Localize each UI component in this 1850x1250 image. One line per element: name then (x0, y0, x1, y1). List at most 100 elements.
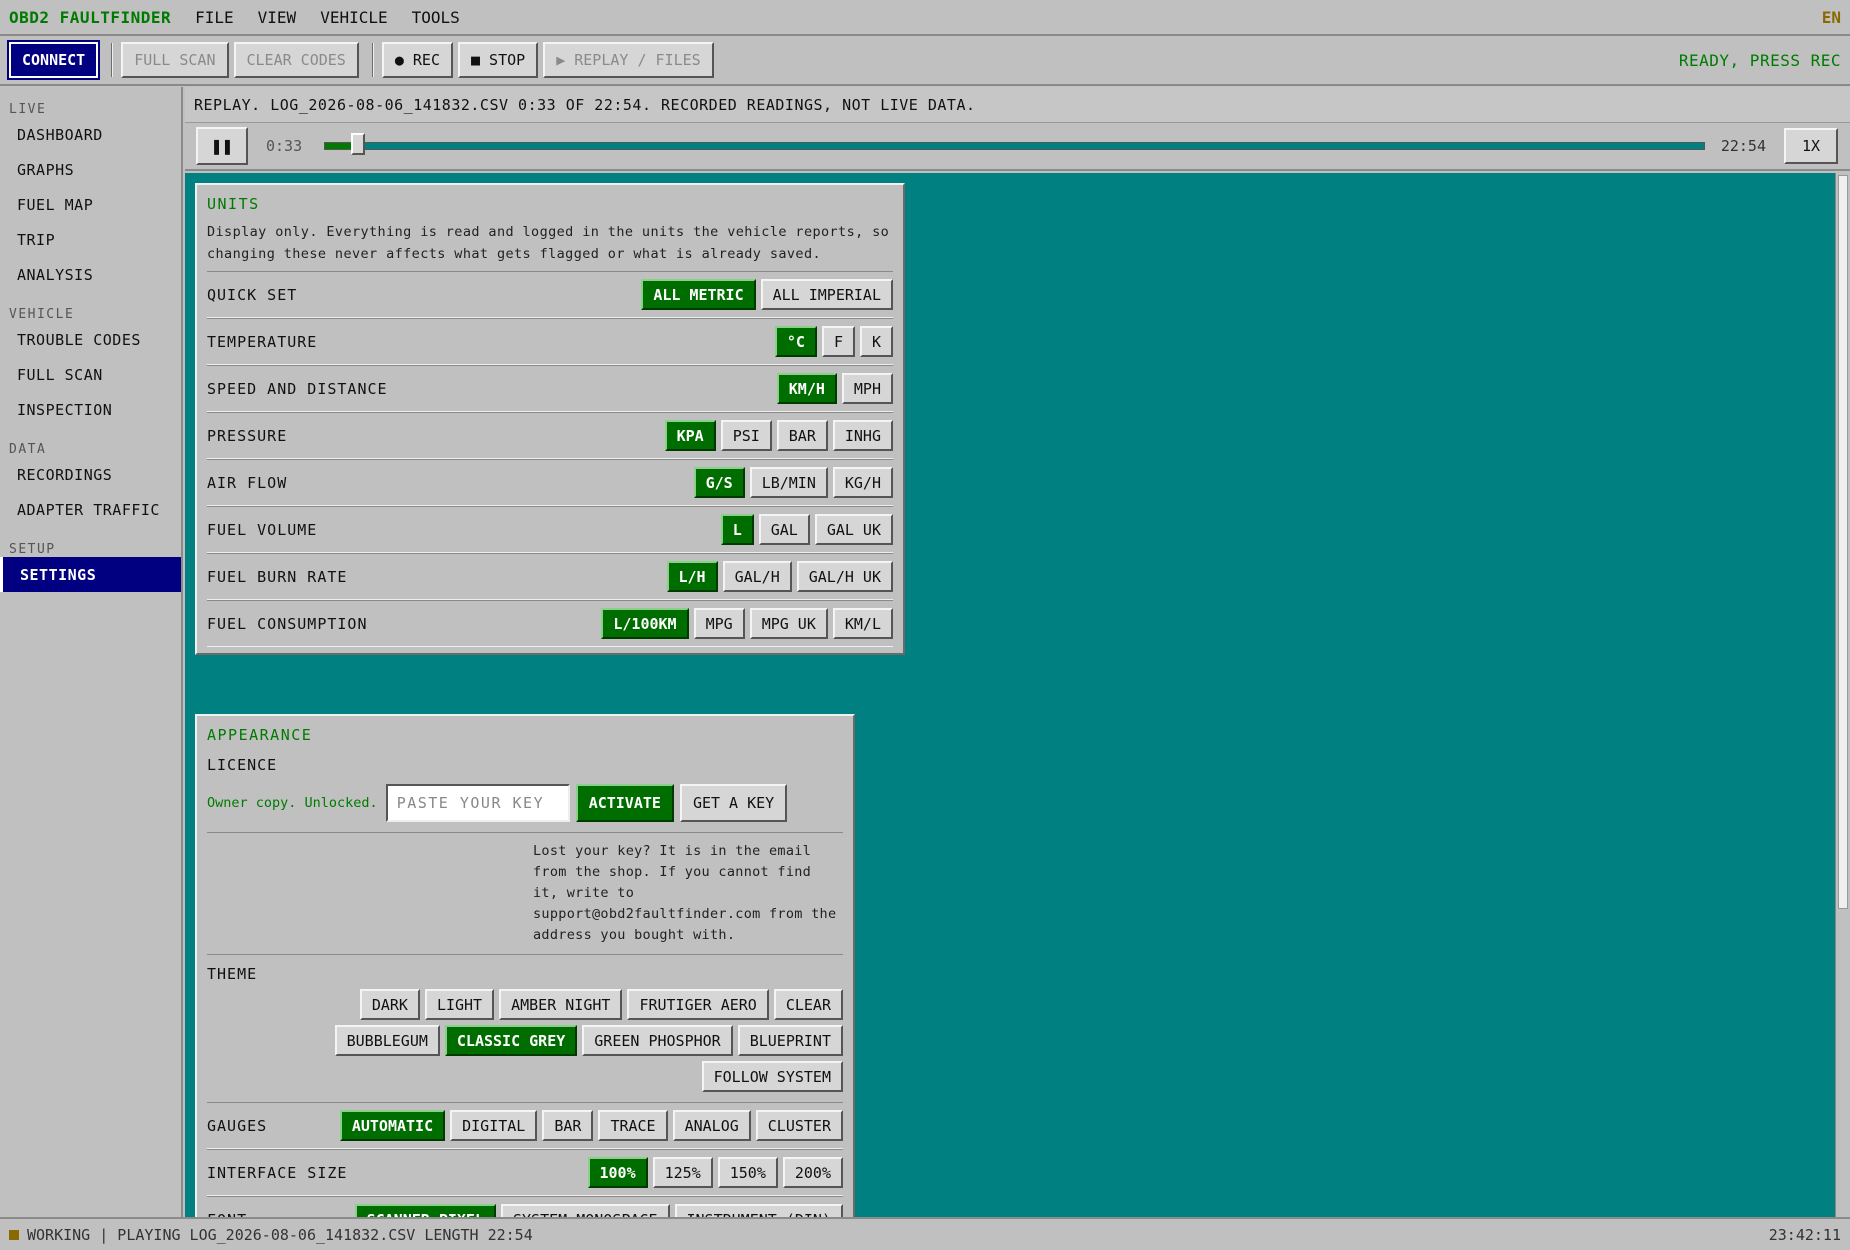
menu-vehicle[interactable]: VEHICLE (320, 8, 387, 27)
appearance-option-gauges-digital[interactable]: DIGITAL (450, 1110, 538, 1141)
units-option-fuel-volume-gal-uk[interactable]: GAL UK (814, 514, 893, 545)
pause-icon: ❚❚ (211, 135, 233, 157)
appearance-option-font-scanner-pixel[interactable]: SCANNER PIXEL (354, 1204, 496, 1217)
units-option-fuel-burn-rate-gal-h[interactable]: GAL/H (722, 561, 792, 592)
units-panel: UNITS Display only. Everything is read a… (195, 183, 905, 655)
units-option-temperature-f[interactable]: F (821, 326, 855, 357)
theme-option-blueprint[interactable]: BLUEPRINT (737, 1025, 843, 1056)
replay-files-button[interactable]: ▶ REPLAY / FILES (543, 42, 714, 78)
units-option-air-flow-lb-min[interactable]: LB/MIN (749, 467, 828, 498)
playback-scrubber[interactable] (324, 133, 1705, 155)
units-option-air-flow-kg-h[interactable]: KG/H (832, 467, 893, 498)
appearance-option-interface-size-200[interactable]: 200% (782, 1157, 843, 1188)
licence-key-input[interactable] (385, 784, 570, 822)
units-option-fuel-burn-rate-l-h[interactable]: L/H (666, 561, 718, 592)
appearance-option-interface-size-150[interactable]: 150% (717, 1157, 778, 1188)
appearance-label-gauges: GAUGES (207, 1116, 268, 1135)
theme-option-amber-night[interactable]: AMBER NIGHT (499, 989, 623, 1020)
units-option-quick-set-all-imperial[interactable]: ALL IMPERIAL (760, 279, 893, 310)
appearance-option-font-instrument-din[interactable]: INSTRUMENT (DIN) (674, 1204, 843, 1217)
sidebar-item-inspection[interactable]: INSPECTION (0, 392, 181, 427)
units-option-temperature-c[interactable]: °C (774, 326, 817, 357)
pause-button[interactable]: ❚❚ (196, 127, 248, 165)
units-row-temperature: TEMPERATURE °C F K (207, 318, 893, 365)
units-option-air-flow-g-s[interactable]: G/S (693, 467, 745, 498)
toolbar-divider (111, 43, 114, 77)
theme-option-frutiger-aero[interactable]: FRUTIGER AERO (627, 989, 769, 1020)
sidebar-item-recordings[interactable]: RECORDINGS (0, 457, 181, 492)
activate-button[interactable]: ACTIVATE (575, 784, 674, 822)
clear-codes-button[interactable]: CLEAR CODES (233, 42, 359, 78)
appearance-option-gauges-automatic[interactable]: AUTOMATIC (339, 1110, 446, 1141)
units-option-fuel-burn-rate-gal-h-uk[interactable]: GAL/H UK (796, 561, 893, 592)
theme-option-light[interactable]: LIGHT (424, 989, 495, 1020)
units-option-pressure-kpa[interactable]: KPA (664, 420, 716, 451)
theme-option-classic-grey[interactable]: CLASSIC GREY (444, 1025, 578, 1056)
get-key-button[interactable]: GET A KEY (679, 784, 788, 822)
sidebar-item-dashboard[interactable]: DASHBOARD (0, 117, 181, 152)
appearance-row-interface-size: INTERFACE SIZE 100% 125% 150% 200% (207, 1149, 843, 1196)
units-option-fuel-volume-l[interactable]: L (720, 514, 754, 545)
language-selector[interactable]: EN (1822, 8, 1841, 27)
units-option-fuel-volume-gal[interactable]: GAL (758, 514, 810, 545)
units-option-pressure-inhg[interactable]: INHG (832, 420, 893, 451)
playback-scrubber-handle[interactable] (351, 133, 366, 155)
appearance-options-font: SCANNER PIXEL SYSTEM MONOSPACE INSTRUMENT … (354, 1204, 843, 1217)
sidebar-item-settings[interactable]: SETTINGS (0, 557, 181, 592)
settings-content-area: UNITS Display only. Everything is read a… (185, 173, 1835, 1217)
sidebar-item-fuel-map[interactable]: FUEL MAP (0, 187, 181, 222)
toolbar-divider (371, 43, 374, 77)
theme-options: DARK LIGHT AMBER NIGHT FRUTIGER AERO CLEAR BU… (207, 989, 843, 1102)
theme-row: BUBBLEGUM CLASSIC GREY GREEN PHOSPHOR BLUEP… (334, 1025, 843, 1056)
theme-option-clear[interactable]: CLEAR (773, 989, 843, 1020)
connect-button[interactable]: CONNECT (6, 40, 101, 80)
sidebar-item-full-scan[interactable]: FULL SCAN (0, 357, 181, 392)
theme-option-follow-system[interactable]: FOLLOW SYSTEM (701, 1061, 843, 1092)
appearance-option-interface-size-125[interactable]: 125% (652, 1157, 713, 1188)
units-option-quick-set-all-metric[interactable]: ALL METRIC (641, 279, 756, 310)
full-scan-button[interactable]: FULL SCAN (121, 42, 229, 78)
replay-banner: REPLAY. LOG_2026-08-06_141832.CSV 0:33 O… (185, 87, 1850, 123)
theme-option-bubblegum[interactable]: BUBBLEGUM (334, 1025, 440, 1056)
units-row-air-flow: AIR FLOW G/S LB/MIN KG/H (207, 459, 893, 506)
appearance-option-font-system-monospace[interactable]: SYSTEM MONOSPACE (501, 1204, 670, 1217)
units-row-pressure: PRESSURE KPA PSI BAR INHG (207, 412, 893, 459)
appearance-option-gauges-trace[interactable]: TRACE (598, 1110, 668, 1141)
units-label-fuel-consumption: FUEL CONSUMPTION (207, 614, 368, 633)
menu-file[interactable]: FILE (195, 8, 234, 27)
theme-option-green-phosphor[interactable]: GREEN PHOSPHOR (582, 1025, 733, 1056)
sidebar-item-trip[interactable]: TRIP (0, 222, 181, 257)
status-clock: 23:42:11 (1768, 1225, 1841, 1244)
menu-tools[interactable]: TOOLS (412, 8, 460, 27)
units-option-pressure-bar[interactable]: BAR (776, 420, 828, 451)
units-option-fuel-consumption-mpg-uk[interactable]: MPG UK (749, 608, 828, 639)
sidebar-item-trouble-codes[interactable]: TROUBLE CODES (0, 322, 181, 357)
units-option-fuel-consumption-km-l[interactable]: KM/L (832, 608, 893, 639)
units-option-pressure-psi[interactable]: PSI (720, 420, 772, 451)
sidebar-item-graphs[interactable]: GRAPHS (0, 152, 181, 187)
menu-view[interactable]: VIEW (258, 8, 297, 27)
appearance-option-interface-size-100[interactable]: 100% (587, 1157, 648, 1188)
units-description: Display only. Everything is read and log… (207, 224, 890, 262)
sidebar-item-adapter-traffic[interactable]: ADAPTER TRAFFIC (0, 492, 181, 527)
appearance-option-gauges-cluster[interactable]: CLUSTER (755, 1110, 843, 1141)
sidebar-item-analysis[interactable]: ANALYSIS (0, 257, 181, 292)
theme-option-dark[interactable]: DARK (359, 989, 420, 1020)
appearance-panel: APPEARANCE LICENCE Owner copy. Unlocked.… (195, 714, 855, 1217)
units-option-speed-and-distance-mph[interactable]: MPH (841, 373, 893, 404)
appearance-option-gauges-bar[interactable]: BAR (542, 1110, 594, 1141)
units-options-speed-and-distance: KM/H MPH (776, 373, 893, 404)
rec-button[interactable]: ● REC (381, 42, 453, 78)
units-option-fuel-consumption-l-100km[interactable]: L/100KM (601, 608, 689, 639)
stop-button[interactable]: ■ STOP (458, 42, 539, 78)
units-option-fuel-consumption-mpg[interactable]: MPG (693, 608, 745, 639)
playback-speed-button[interactable]: 1X (1784, 128, 1838, 164)
appearance-option-gauges-analog[interactable]: ANALOG (672, 1110, 751, 1141)
app-brand: OBD2 FAULTFINDER (9, 7, 172, 27)
appearance-options-gauges: AUTOMATIC DIGITAL BAR TRACE ANALOG CLUSTER (339, 1110, 843, 1141)
units-option-speed-and-distance-km-h[interactable]: KM/H (776, 373, 837, 404)
content-scrollbar-thumb[interactable] (1838, 175, 1848, 909)
units-option-temperature-k[interactable]: K (859, 326, 893, 357)
content-scrollbar[interactable] (1835, 173, 1850, 1217)
units-options-pressure: KPA PSI BAR INHG (664, 420, 893, 451)
